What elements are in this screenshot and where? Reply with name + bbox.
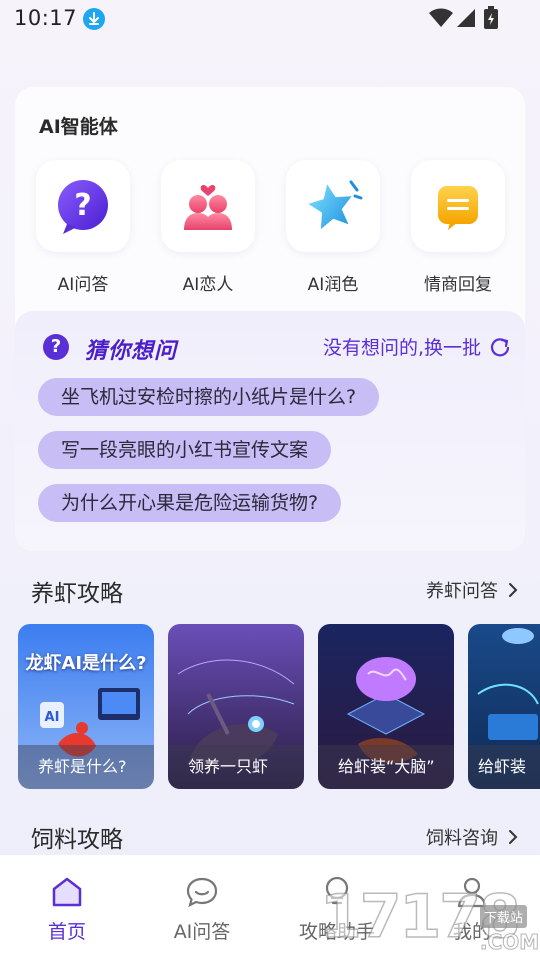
watermark-suffix: .COM [479,930,540,955]
chat-bubble-icon [186,877,218,908]
couple-icon [184,184,232,230]
refresh-button[interactable]: 没有想问的,换一批 [323,333,511,360]
nav-label: AI问答 [173,921,231,943]
guess-panel: ? 猜你想问 没有想问的,换一批 坐飞机过安检时擦的小纸片是什么? 写一段亮眼的… [15,311,525,551]
agent-item-ai-qa[interactable]: ? AI问答 [36,160,130,295]
question-chip[interactable]: 坐飞机过安检时擦的小纸片是什么? [38,378,380,416]
shrimp-qa-label: 养虾问答 [426,581,498,602]
watermark-badge: 下载站 [480,905,528,928]
agent-section-title: AI智能体 [39,116,118,138]
guess-title: 猜你想问 [85,339,178,364]
question-icon: ? [43,334,69,360]
agent-tile[interactable] [411,160,505,252]
agent-tile[interactable] [161,160,255,252]
chevron-right-icon [509,583,518,597]
home-icon [52,877,82,907]
agent-label: AI恋人 [182,275,234,295]
chevron-right-icon [509,830,518,844]
wifi-icon [429,8,453,27]
guide-card-caption: 给虾装“大脑” [318,745,454,789]
agent-label: AI问答 [57,275,109,295]
guide-card-caption: 领养一只虾 [168,745,304,789]
card-headline: 龙虾AI是什么? [25,653,147,674]
ai-agent-card: AI智能体 ? AI问答 AI恋人 AI润色 情商回复 ? 猜你想问 没有想问的… [15,87,525,551]
guide-card-caption: 给虾装 [468,745,540,789]
guide-card[interactable]: 给虾装 [468,624,540,789]
feed-consult-label: 饲料咨询 [426,828,498,849]
feed-guide-title: 饲料攻略 [31,827,123,853]
shrimp-qa-link[interactable]: 养虾问答 [426,577,518,603]
nav-label: 首页 [47,921,86,943]
svg-text:AI: AI [45,710,60,725]
refresh-label: 没有想问的,换一批 [322,337,481,359]
question-chip[interactable]: 为什么开心果是危险运输货物? [38,484,342,522]
download-icon [83,8,105,30]
question-bubble-icon: ? [58,180,108,234]
status-time: 10:17 [14,6,78,30]
guide-card[interactable]: AI 龙虾AI是什么? 养虾是什么? [18,624,154,789]
nav-item-ai-qa[interactable]: AI问答 [142,875,262,944]
star-sparkle-icon [308,180,363,230]
agent-tile[interactable] [286,160,380,252]
message-note-icon [438,186,478,230]
feed-consult-link[interactable]: 饲料咨询 [426,824,518,850]
status-bar: 10:17 [0,0,540,40]
guide-card[interactable]: 领养一只虾 [168,624,304,789]
agent-item-ai-lover[interactable]: AI恋人 [161,160,255,295]
shrimp-guide-title: 养虾攻略 [31,581,123,607]
site-watermark: 17178 下载站 .COM [319,880,540,960]
guide-card-caption: 养虾是什么? [18,745,154,789]
guide-card[interactable]: 给虾装“大脑” [318,624,454,789]
svg-text:?: ? [74,188,91,223]
question-chip[interactable]: 写一段亮眼的小红书宣传文案 [38,431,332,469]
refresh-icon [490,337,510,356]
nav-item-home[interactable]: 首页 [7,875,127,944]
agent-tile[interactable]: ? [36,160,130,252]
battery-icon [484,6,498,29]
agent-label: 情商回复 [424,275,492,295]
agent-item-eq-reply[interactable]: 情商回复 [411,160,505,295]
signal-icon [457,9,475,27]
agent-item-ai-polish[interactable]: AI润色 [286,160,380,295]
agent-label: AI润色 [307,275,359,295]
